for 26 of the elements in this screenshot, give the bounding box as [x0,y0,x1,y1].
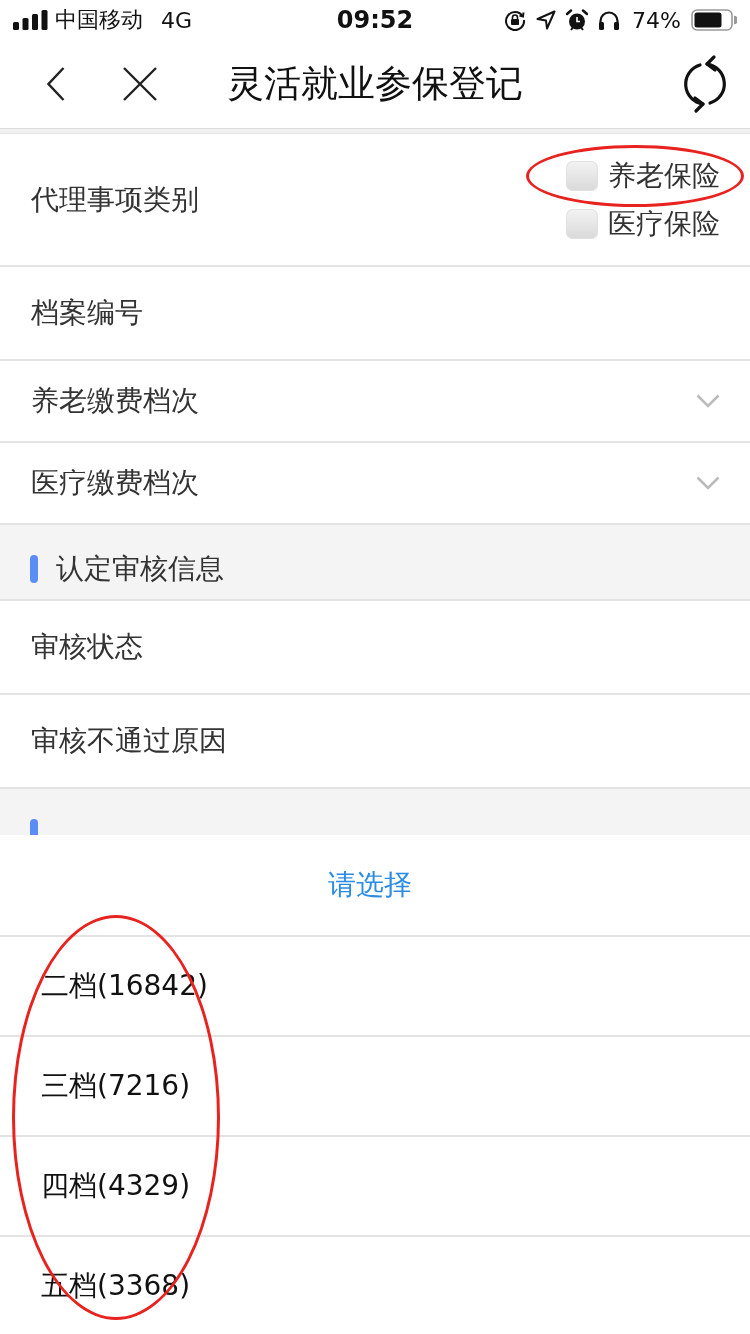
checkbox-label: 养老保险 [608,160,720,191]
page-title: 灵活就业参保登记 [227,61,523,107]
section-marker-icon [30,555,38,583]
field-label: 审核不通过原因 [31,723,227,759]
battery-icon [691,9,737,31]
chevron-down-icon [696,394,720,408]
location-arrow-icon [536,10,557,30]
picker-title: 请选择 [328,867,412,903]
field-label: 审核状态 [31,629,143,665]
carrier-name: 中国移动 [55,6,143,34]
section-title: 认定审核信息 [56,555,224,583]
headphones-icon [598,10,621,30]
network-type: 4G [161,7,193,33]
checkbox[interactable] [566,208,598,239]
checkbox-label: 医疗保险 [608,208,720,239]
close-icon[interactable] [123,67,157,101]
alarm-clock-icon [566,9,589,31]
field-label: 档案编号 [31,295,143,331]
chevron-down-icon [696,476,720,490]
field-label: 代理事项类别 [31,181,199,218]
signal-icon [13,10,48,30]
rotation-lock-icon [504,9,527,31]
checkbox[interactable] [566,160,598,191]
battery-percent: 74% [632,7,681,33]
status-time: 09:52 [336,6,414,34]
back-icon[interactable] [47,67,65,101]
